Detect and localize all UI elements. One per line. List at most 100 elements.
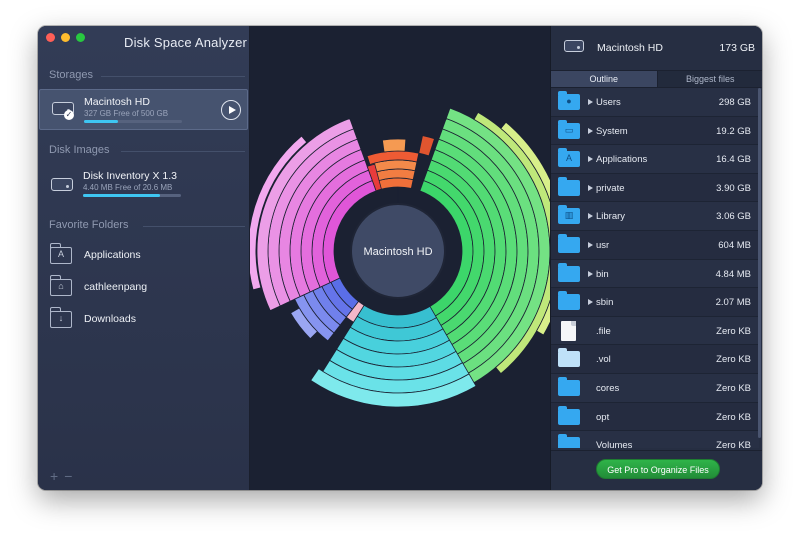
file-size: Zero KB (716, 354, 751, 366)
document-icon (561, 320, 576, 341)
window-controls (46, 33, 85, 42)
file-row[interactable]: opt Zero KB (551, 402, 759, 432)
file-size: 604 MB (718, 240, 751, 251)
file-name: cores (596, 383, 620, 394)
file-row[interactable]: .vol Zero KB (551, 345, 759, 374)
disclosure-triangle-icon[interactable] (588, 99, 593, 105)
file-name: private (596, 182, 625, 194)
sidebar: Disk Space Analyzer Storages ✓ Macintosh… (38, 26, 250, 490)
file-name: bin (596, 268, 609, 280)
storage-free-space: 327 GB Free of 500 GB (84, 109, 169, 118)
folder-icon (558, 377, 580, 396)
file-row[interactable]: A Applications 16.4 GB (551, 145, 759, 174)
tab-outline[interactable]: Outline (551, 71, 657, 87)
file-name: Applications (596, 154, 648, 166)
folder-icon (558, 405, 580, 425)
scan-play-button[interactable] (221, 100, 241, 120)
pale-folder-icon (558, 348, 580, 368)
file-row[interactable]: Volumes Zero KB (551, 431, 759, 448)
disk-image-usage-fill (83, 194, 161, 197)
disk-image-drive-icon (51, 178, 73, 191)
panel-footer: Get Pro to Organize Files (551, 450, 762, 490)
file-row[interactable]: usr 604 MB (551, 231, 759, 260)
favorites-section-label: Favorite Folders (49, 219, 245, 231)
file-size: Zero KB (716, 440, 751, 448)
file-name: opt (596, 411, 610, 423)
home-folder-icon: ⌂ (49, 275, 72, 296)
remove-folder-button[interactable]: − (64, 468, 78, 484)
file-size: 2.07 MB (715, 297, 751, 309)
play-icon (228, 106, 236, 114)
disk-image-name: Disk Inventory X 1.3 (83, 170, 177, 182)
storage-usage-bar (84, 120, 182, 123)
disclosure-triangle-icon[interactable] (588, 299, 593, 306)
file-row[interactable]: ▥ Library 3.06 GB (551, 202, 759, 231)
checkmark-icon: ✓ (64, 110, 74, 120)
disclosure-triangle-icon[interactable] (588, 127, 593, 134)
file-row[interactable]: .file Zero KB (551, 316, 759, 346)
file-list-scrollbar[interactable] (758, 88, 761, 438)
drive-name: Macintosh HD (597, 42, 663, 54)
disclosure-triangle-icon[interactable] (588, 184, 593, 191)
zoom-window-button[interactable] (76, 33, 85, 42)
section-divider (143, 226, 245, 227)
hard-drive-icon (564, 40, 584, 52)
favorite-folder-applications[interactable]: A Applications (49, 243, 240, 267)
sunburst-view[interactable]: Macintosh HD (250, 26, 550, 490)
downloads-folder-icon: ↓ (49, 307, 72, 328)
storage-item-macintosh-hd[interactable]: ✓ Macintosh HD 327 GB Free of 500 GB (39, 89, 248, 130)
folder-icon (558, 291, 580, 311)
file-row[interactable]: bin 4.84 MB (551, 259, 759, 289)
file-row[interactable]: private 3.90 GB (551, 173, 759, 203)
file-name: System (596, 125, 628, 137)
disk-image-item[interactable]: Disk Inventory X 1.3 4.40 MB Free of 20.… (39, 164, 248, 204)
file-row[interactable]: ● Users 298 GB (551, 88, 759, 117)
disclosure-triangle-icon[interactable] (588, 242, 593, 248)
applications-folder-icon: A (49, 243, 72, 264)
minimize-window-button[interactable] (61, 33, 70, 42)
file-size: Zero KB (716, 325, 751, 337)
favorite-folder-downloads[interactable]: ↓ Downloads (49, 307, 240, 331)
app-window: Disk Space Analyzer Storages ✓ Macintosh… (38, 26, 762, 490)
file-size: 3.06 GB (716, 211, 751, 223)
file-row[interactable]: cores Zero KB (551, 374, 759, 403)
file-size: Zero KB (716, 383, 751, 394)
section-divider (121, 151, 245, 152)
sunburst-chart[interactable]: Macintosh HD (250, 26, 550, 490)
sunburst-segment-private-outer[interactable] (418, 135, 435, 157)
system-folder-icon: ▭ (558, 119, 580, 139)
close-window-button[interactable] (46, 33, 55, 42)
center-label: Macintosh HD (363, 246, 432, 258)
favorite-folder-home[interactable]: ⌂ cathleenpang (49, 275, 240, 299)
folder-icon (558, 234, 580, 253)
file-size: 19.2 GB (716, 125, 751, 137)
disclosure-triangle-icon[interactable] (588, 213, 593, 220)
disk-images-section-label: Disk Images (49, 144, 245, 156)
favorite-folder-label: Applications (84, 249, 141, 261)
users-folder-icon: ● (558, 91, 580, 110)
drive-size: 173 GB (719, 42, 755, 54)
folder-icon (558, 262, 580, 282)
drive-header: Macintosh HD 173 GB (551, 26, 762, 70)
add-folder-button[interactable]: + (50, 468, 64, 484)
sunburst-segment-private-outer[interactable] (381, 138, 407, 153)
file-size: 3.90 GB (716, 182, 751, 194)
storage-name: Macintosh HD (84, 96, 150, 108)
file-row[interactable]: sbin 2.07 MB (551, 288, 759, 317)
file-name: sbin (596, 297, 614, 309)
tab-biggest-files[interactable]: Biggest files (656, 71, 762, 87)
file-list: ● Users 298 GB ▭ System 19.2 GB A Applications 1… (551, 88, 759, 448)
storages-section-label: Storages (49, 69, 245, 81)
file-row[interactable]: ▭ System 19.2 GB (551, 116, 759, 146)
applications-folder-icon: A (558, 148, 580, 168)
file-name: Library (596, 211, 626, 223)
file-name: usr (596, 240, 610, 251)
panel-tabs: Outline Biggest files (551, 70, 762, 88)
file-name: Volumes (596, 440, 633, 448)
disk-image-free-space: 4.40 MB Free of 20.6 MB (83, 183, 173, 192)
disclosure-triangle-icon[interactable] (588, 156, 593, 163)
add-remove-controls: +− (50, 468, 78, 484)
favorite-folder-label: Downloads (84, 313, 136, 325)
get-pro-button[interactable]: Get Pro to Organize Files (596, 459, 720, 479)
disclosure-triangle-icon[interactable] (588, 270, 593, 277)
